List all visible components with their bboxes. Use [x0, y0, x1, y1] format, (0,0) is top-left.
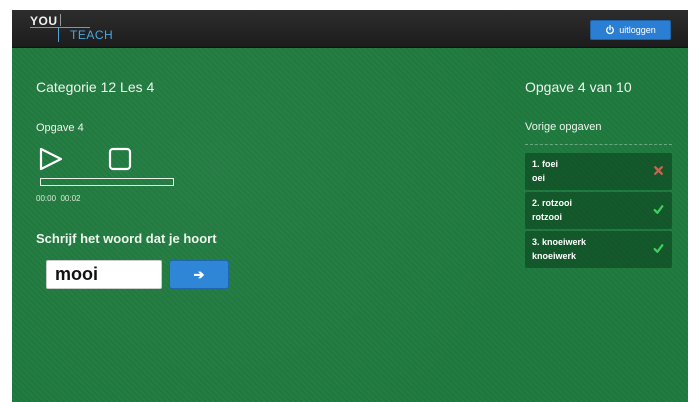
- audio-progress-bar[interactable]: [40, 178, 174, 186]
- previous-exercise-prompt: 2. rotzooi: [532, 198, 572, 208]
- answer-input[interactable]: [46, 260, 162, 289]
- question-prompt: Schrijf het woord dat je hoort: [36, 231, 217, 246]
- checkmark-icon: [653, 244, 664, 253]
- submit-button[interactable]: ➔: [169, 260, 229, 289]
- exercise-label: Opgave 4: [36, 122, 84, 134]
- previous-exercise-item: 1. foei oei: [525, 153, 672, 190]
- previous-exercise-prompt: 3. knoeiwerk: [532, 237, 587, 247]
- top-navbar: YOU TEACH uitloggen: [12, 10, 688, 48]
- cross-icon: [654, 166, 663, 175]
- youteach-logo[interactable]: YOU TEACH: [30, 14, 114, 44]
- divider: [525, 144, 672, 145]
- logo-text-teach: TEACH: [70, 28, 114, 42]
- stop-icon[interactable]: [108, 147, 132, 171]
- logout-button[interactable]: uitloggen: [590, 20, 671, 40]
- logo-text-you: YOU: [30, 14, 58, 28]
- audio-time-readout: 00:00 00:02: [36, 194, 81, 203]
- previous-exercise-answer: knoeiwerk: [532, 251, 577, 261]
- audio-time-current: 00:00: [36, 194, 57, 203]
- audio-time-total: 00:02: [60, 194, 81, 203]
- logout-label: uitloggen: [619, 25, 656, 35]
- power-icon: [606, 25, 615, 35]
- arrow-right-icon: ➔: [193, 266, 205, 282]
- previous-exercise-answer: rotzooi: [532, 212, 562, 222]
- checkmark-icon: [653, 205, 664, 214]
- previous-exercise-answer: oei: [532, 173, 546, 183]
- previous-exercises-title: Vorige opgaven: [525, 121, 602, 133]
- previous-exercise-prompt: 1. foei: [532, 159, 559, 169]
- previous-exercise-item: 2. rotzooi rotzooi: [525, 192, 672, 229]
- app-frame: YOU TEACH uitloggen Categorie 12 Les 4 O…: [12, 10, 688, 402]
- lesson-title: Categorie 12 Les 4: [36, 79, 155, 95]
- previous-exercises-list: 1. foei oei 2. rotzooi rotzooi 3. knoeiw…: [525, 153, 672, 270]
- previous-exercise-item: 3. knoeiwerk knoeiwerk: [525, 231, 672, 268]
- exercise-counter: Opgave 4 van 10: [525, 79, 632, 95]
- play-icon[interactable]: [38, 146, 64, 172]
